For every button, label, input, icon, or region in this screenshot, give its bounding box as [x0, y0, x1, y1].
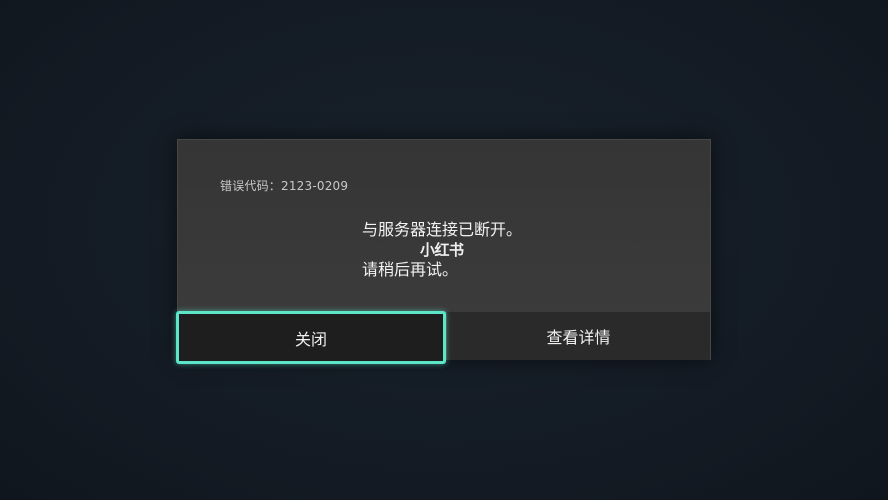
dialog-body: 错误代码：2123-0209 与服务器连接已断开。 小红书 请稍后再试。 — [178, 140, 710, 312]
console-screen: 错误代码：2123-0209 与服务器连接已断开。 小红书 请稍后再试。 查看详… — [0, 0, 888, 500]
view-details-button[interactable]: 查看详情 — [446, 312, 710, 360]
close-button[interactable]: 关闭 — [176, 311, 446, 364]
error-message-line-1: 与服务器连接已断开。 — [362, 220, 523, 239]
error-dialog: 错误代码：2123-0209 与服务器连接已断开。 小红书 请稍后再试。 查看详… — [176, 139, 711, 364]
error-message-line-2: 请稍后再试。 — [362, 260, 459, 279]
error-code-text: 错误代码：2123-0209 — [220, 179, 349, 193]
